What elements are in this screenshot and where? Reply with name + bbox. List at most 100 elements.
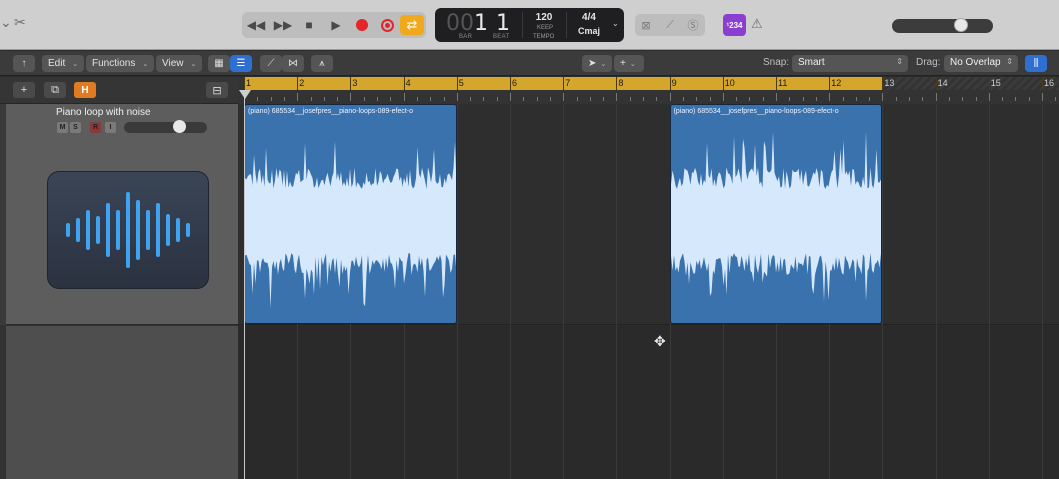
grid-line — [563, 104, 565, 479]
view-menu-label: View — [162, 58, 184, 69]
left-edge-icon[interactable]: ⌄ — [0, 14, 12, 31]
grid-line — [456, 104, 458, 479]
ruler-bar-tick — [297, 77, 299, 90]
capture-record-button[interactable] — [376, 16, 398, 34]
master-volume-slider[interactable] — [892, 19, 993, 33]
lcd-tempo-label: TEMPO — [533, 34, 555, 40]
flex-icon[interactable]: ⋈ — [282, 55, 304, 72]
duplicate-track-button[interactable]: ⧉ — [44, 82, 66, 98]
ruler-beat-tick — [802, 97, 804, 101]
lcd-key[interactable]: Cmaj — [577, 26, 601, 36]
ruler-beat-tick — [523, 97, 525, 101]
track-header[interactable]: Piano loop with noise M S R I — [6, 104, 238, 325]
ruler-beat-tick — [749, 97, 751, 101]
ruler-bar-number: 10 — [724, 78, 735, 88]
replace-icon[interactable]: ⊠ — [638, 17, 654, 33]
scissors-icon[interactable]: ✂ — [14, 14, 26, 31]
rewind-button[interactable]: ◀◀ — [245, 16, 267, 34]
tracks-toolbar: ↑ Edit ⌄ Functions ⌄ View ⌄ ▦ ☰ ⟋ ⋈ ⩚ ➤ ⌄ + ⌄… — [0, 51, 1059, 76]
back-arrow-icon[interactable]: ↑ — [13, 55, 35, 72]
track-volume-slider[interactable] — [124, 122, 207, 133]
plus-tool-icon: + — [620, 58, 626, 69]
fast-forward-icon: ▶▶ — [273, 18, 293, 32]
record-enable-button[interactable]: R — [90, 122, 101, 133]
hide-button[interactable]: H — [74, 82, 96, 98]
ruler-bar-line — [669, 93, 671, 101]
track-header-toolbar: + ⧉ H ⊟ — [0, 77, 238, 104]
ruler-beat-tick — [869, 97, 871, 101]
edit-menu[interactable]: Edit ⌄ — [42, 55, 85, 72]
playhead-handle-icon[interactable] — [239, 90, 251, 99]
audio-region[interactable]: (piano) 685534__josefpres__piano-loops-0… — [669, 104, 883, 324]
ruler-bar-tick — [1042, 77, 1043, 90]
grid-view-icon[interactable]: ▦ — [208, 55, 230, 72]
mute-button[interactable]: M — [57, 122, 68, 133]
track-volume-knob[interactable] — [173, 120, 186, 133]
record-button[interactable] — [351, 16, 373, 34]
master-volume-knob[interactable] — [954, 18, 968, 32]
ruler-bar-line — [297, 93, 299, 101]
ruler-beat-tick — [815, 97, 817, 101]
region-label: (piano) 685534__josefpres__piano-loops-0… — [248, 108, 414, 115]
audio-waveform-icon — [47, 171, 209, 289]
waveform-zoom-icon[interactable]: ⫼ — [1025, 55, 1047, 72]
list-view-icon[interactable]: ☰ — [230, 55, 252, 72]
ruler-beat-tick — [895, 97, 897, 101]
ruler-beat-tick — [975, 97, 977, 101]
drag-select[interactable]: No Overlap ⇕ — [944, 55, 1018, 72]
ruler-beat-tick — [629, 97, 631, 101]
lcd-chevron-down-icon[interactable]: ⌄ — [612, 19, 619, 28]
fast-forward-button[interactable]: ▶▶ — [272, 16, 294, 34]
solo-mode-icon[interactable]: Ⓢ — [685, 17, 701, 33]
cycle-button[interactable]: ⇄ — [400, 15, 424, 35]
track-name[interactable]: Piano loop with noise — [56, 107, 151, 118]
lcd-display[interactable]: 00 1 1 BAR BEAT 120 KEEP TEMPO 4/4 Cmaj … — [435, 8, 624, 42]
global-tracks-button[interactable]: ⊟ — [206, 82, 228, 98]
bar-ruler[interactable]: 1 2 3 4 5 6 7 8 9 10 11 12 13 14 15 16 — [238, 77, 1059, 104]
play-button[interactable]: ▶ — [325, 16, 347, 34]
ruler-beat-tick — [377, 97, 378, 101]
lcd-tempo[interactable]: 120 — [534, 12, 554, 23]
lcd-time-signature[interactable]: 4/4 — [578, 12, 600, 23]
ruler-bar-number: 14 — [937, 78, 948, 88]
ruler-bar-number: 9 — [671, 78, 677, 88]
ruler-bar-number: 2 — [299, 78, 305, 88]
solo-button[interactable]: S — [70, 122, 81, 133]
ruler-beat-tick — [789, 97, 791, 101]
arrange-area[interactable]: 1 2 3 4 5 6 7 8 9 10 11 12 13 14 15 16 (piano) 685534__… — [238, 77, 1059, 479]
automation-icon[interactable]: ⟋ — [260, 55, 282, 72]
ruler-bar-tick — [722, 77, 724, 90]
functions-menu-label: Functions — [92, 58, 136, 69]
lcd-tempo-mode: KEEP — [537, 25, 554, 31]
stop-button[interactable]: ■ — [298, 16, 320, 34]
drag-label: Drag: — [916, 57, 941, 68]
functions-menu[interactable]: Functions ⌄ — [86, 55, 155, 72]
lcd-beat: 1 — [496, 11, 510, 36]
input-monitor-button[interactable]: I — [105, 122, 116, 133]
view-menu[interactable]: View ⌄ — [156, 55, 203, 72]
ruler-beat-tick — [922, 97, 924, 101]
ruler-bar-number: 16 — [1044, 78, 1055, 88]
ruler-bar-tick — [456, 77, 458, 90]
grid-line — [882, 104, 884, 479]
playhead[interactable] — [244, 90, 245, 479]
ruler-beat-tick — [909, 97, 910, 101]
secondary-tool-menu[interactable]: + ⌄ — [614, 55, 644, 72]
rewind-icon: ◀◀ — [246, 18, 266, 32]
ruler-bar-line — [882, 93, 884, 101]
ruler-bar-number: 11 — [778, 78, 788, 88]
add-track-button[interactable]: + — [13, 82, 35, 98]
waveform-core — [670, 193, 882, 249]
ruler-bar-line — [722, 93, 724, 101]
pointer-tool-menu[interactable]: ➤ ⌄ — [582, 55, 612, 72]
ruler-beat-tick — [682, 97, 684, 101]
snap-select[interactable]: Smart ⇕ — [792, 55, 908, 72]
record-icon — [356, 19, 368, 31]
tuning-fork-icon[interactable]: ⟋ — [662, 17, 678, 33]
ruler-bar-tick — [244, 77, 245, 90]
catch-icon[interactable]: ⩚ — [311, 55, 333, 72]
ruler-beat-tick — [696, 97, 698, 101]
count-in-button[interactable]: ¹234 — [723, 14, 746, 36]
audio-region[interactable]: (piano) 685534__josefpres__piano-loops-0… — [244, 104, 457, 324]
metronome-icon[interactable]: ⚠ — [751, 16, 763, 32]
